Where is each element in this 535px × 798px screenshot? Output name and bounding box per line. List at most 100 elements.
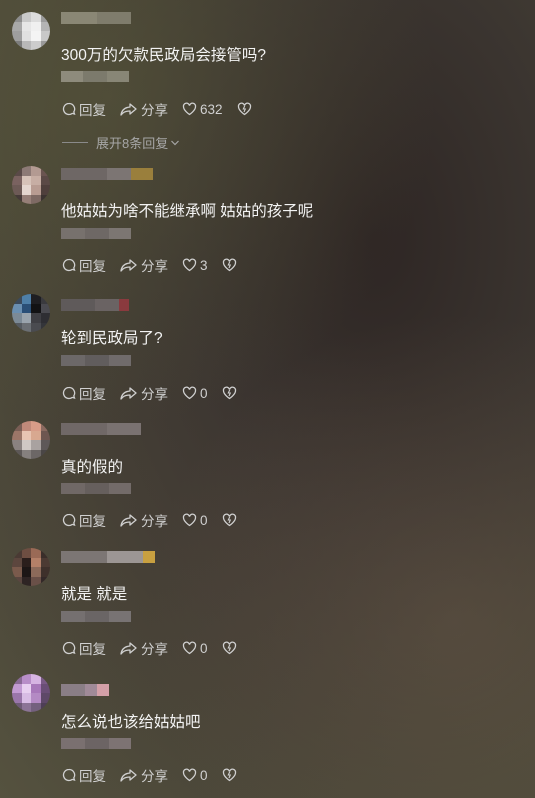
like-button[interactable]: 0 [182, 768, 208, 783]
reply-icon [62, 768, 76, 782]
like-count: 0 [200, 512, 208, 528]
reply-icon [62, 102, 76, 116]
reply-icon [62, 513, 76, 527]
comment-actions: 回复 分享 0 [62, 384, 254, 402]
dislike-button[interactable] [222, 641, 240, 655]
avatar[interactable] [12, 674, 50, 712]
dislike-icon [222, 386, 236, 400]
timestamp-blurred [61, 71, 129, 82]
reply-button[interactable]: 回复 [62, 383, 106, 403]
like-icon [182, 102, 197, 116]
username-blurred[interactable] [61, 168, 153, 180]
like-icon [182, 386, 197, 400]
like-button[interactable]: 0 [182, 386, 208, 401]
reply-label: 回复 [79, 514, 106, 529]
share-label: 分享 [141, 514, 168, 529]
expand-replies-button[interactable]: 展开8条回复 [62, 133, 180, 152]
comment-text: 轮到民政局了? [61, 330, 163, 347]
dislike-icon [222, 641, 236, 655]
comment-actions: 回复 分享 632 [62, 100, 269, 118]
share-button[interactable]: 分享 [120, 99, 168, 119]
username-blurred[interactable] [61, 12, 131, 24]
like-icon [182, 513, 197, 527]
dislike-button[interactable] [237, 102, 255, 116]
share-button[interactable]: 分享 [120, 638, 168, 658]
comment-text: 300万的欠款民政局会接管吗? [61, 47, 266, 64]
reply-label: 回复 [79, 103, 106, 118]
comment-text: 怎么说也该给姑姑吧 [61, 714, 201, 731]
username-blurred[interactable] [61, 684, 109, 696]
share-label: 分享 [141, 387, 168, 402]
expand-replies-label: 展开8条回复 [96, 136, 169, 151]
username-blurred[interactable] [61, 423, 141, 435]
comment-actions: 回复 分享 3 [62, 256, 254, 274]
like-button[interactable]: 632 [182, 102, 223, 117]
timestamp-blurred [61, 228, 131, 239]
dislike-button[interactable] [222, 768, 240, 782]
avatar[interactable] [12, 294, 50, 332]
like-icon [182, 641, 197, 655]
dislike-button[interactable] [222, 258, 240, 272]
share-button[interactable]: 分享 [120, 765, 168, 785]
like-button[interactable]: 0 [182, 641, 208, 656]
like-button[interactable]: 0 [182, 513, 208, 528]
avatar[interactable] [12, 548, 50, 586]
reply-label: 回复 [79, 387, 106, 402]
share-icon [120, 259, 137, 272]
share-label: 分享 [141, 769, 168, 784]
comment-actions: 回复 分享 0 [62, 766, 254, 784]
username-blurred[interactable] [61, 299, 129, 311]
avatar[interactable] [12, 12, 50, 50]
like-count: 0 [200, 767, 208, 783]
share-label: 分享 [141, 259, 168, 274]
reply-button[interactable]: 回复 [62, 638, 106, 658]
username-blurred[interactable] [61, 551, 155, 563]
dislike-button[interactable] [222, 386, 240, 400]
comment-text: 真的假的 [61, 459, 124, 476]
timestamp-blurred [61, 483, 131, 494]
share-label: 分享 [141, 642, 168, 657]
share-icon [120, 642, 137, 655]
share-button[interactable]: 分享 [120, 510, 168, 530]
reply-button[interactable]: 回复 [62, 99, 106, 119]
dislike-icon [222, 768, 236, 782]
like-count: 3 [200, 257, 208, 273]
reply-button[interactable]: 回复 [62, 255, 106, 275]
reply-label: 回复 [79, 642, 106, 657]
share-icon [120, 387, 137, 400]
like-button[interactable]: 3 [182, 258, 208, 273]
like-count: 632 [200, 101, 223, 117]
chevron-down-icon [171, 140, 180, 145]
like-count: 0 [200, 385, 208, 401]
like-icon [182, 768, 197, 782]
like-count: 0 [200, 640, 208, 656]
reply-label: 回复 [79, 259, 106, 274]
comment-text: 就是 就是 [61, 586, 128, 603]
reply-button[interactable]: 回复 [62, 510, 106, 530]
share-button[interactable]: 分享 [120, 255, 168, 275]
dislike-icon [222, 513, 236, 527]
reply-button[interactable]: 回复 [62, 765, 106, 785]
avatar[interactable] [12, 421, 50, 459]
reply-icon [62, 258, 76, 272]
dislike-button[interactable] [222, 513, 240, 527]
like-icon [182, 258, 197, 272]
reply-label: 回复 [79, 769, 106, 784]
timestamp-blurred [61, 355, 131, 366]
timestamp-blurred [61, 738, 131, 749]
share-icon [120, 103, 137, 116]
share-icon [120, 769, 137, 782]
timestamp-blurred [61, 611, 131, 622]
dislike-icon [237, 102, 251, 116]
dislike-icon [222, 258, 236, 272]
share-icon [120, 514, 137, 527]
share-label: 分享 [141, 103, 168, 118]
comment-text: 他姑姑为啥不能继承啊 姑姑的孩子呢 [61, 203, 314, 220]
avatar[interactable] [12, 166, 50, 204]
share-button[interactable]: 分享 [120, 383, 168, 403]
reply-icon [62, 386, 76, 400]
reply-icon [62, 641, 76, 655]
divider [62, 142, 88, 143]
comment-actions: 回复 分享 0 [62, 511, 254, 529]
comment-actions: 回复 分享 0 [62, 639, 254, 657]
